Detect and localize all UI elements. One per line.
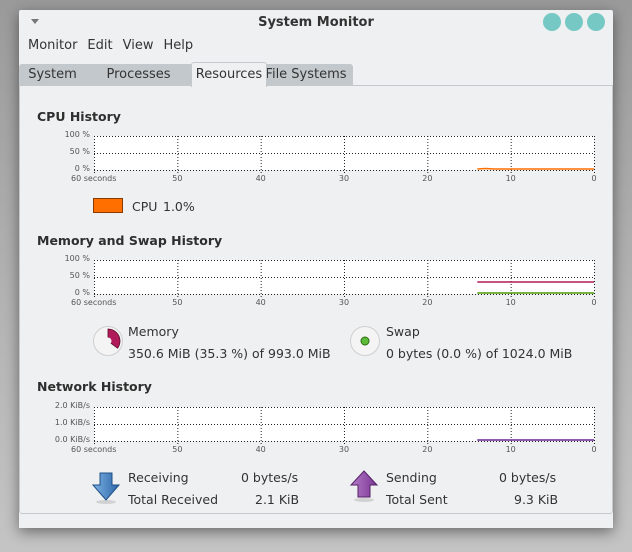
sending-arrow-icon[interactable] <box>348 469 380 503</box>
memory-y-tick-label: 0 % <box>74 288 90 297</box>
memory-pie-icon[interactable] <box>92 325 124 357</box>
menu-edit[interactable]: Edit <box>82 38 117 58</box>
sending-label: Sending <box>386 470 437 485</box>
total-sent-value: 9.3 KiB <box>514 492 559 507</box>
memory-y-tick-label: 50 % <box>69 271 90 280</box>
memory-value: 350.6 MiB (35.3 %) of 993.0 MiB <box>128 346 331 361</box>
window-title: System Monitor <box>258 15 374 30</box>
network-y-tick-label: 2.0 KiB/s <box>54 401 90 410</box>
memory-y-tick-label: 100 % <box>64 254 90 263</box>
network-history-title: Network History <box>37 379 152 394</box>
system-monitor-window: System Monitor Monitor Edit View Help Sy… <box>19 10 613 528</box>
network-y-tick-label: 1.0 KiB/s <box>54 418 90 427</box>
maximize-button[interactable] <box>565 13 583 31</box>
menu-bar: Monitor Edit View Help <box>19 38 198 58</box>
cpu-legend-label: CPU <box>132 199 158 214</box>
cpu-y-tick-label: 100 % <box>64 130 90 139</box>
receiving-label: Receiving <box>128 470 189 485</box>
network-y-tick-label: 0.0 KiB/s <box>54 435 90 444</box>
close-button[interactable] <box>587 13 605 31</box>
swap-label: Swap <box>386 324 420 339</box>
receiving-value: 0 bytes/s <box>241 470 299 485</box>
status-bar <box>19 513 613 528</box>
sending-value: 0 bytes/s <box>499 470 557 485</box>
cpu-y-tick-label: 50 % <box>69 147 90 156</box>
memory-swap-history-title: Memory and Swap History <box>37 233 223 248</box>
total-received-value: 2.1 KiB <box>255 492 300 507</box>
cpu-y-tick-label: 0 % <box>74 164 90 173</box>
receiving-arrow-icon[interactable] <box>90 471 122 505</box>
total-sent-label: Total Sent <box>386 492 448 507</box>
swap-value: 0 bytes (0.0 %) of 1024.0 MiB <box>386 346 573 361</box>
minimize-button[interactable] <box>543 13 561 31</box>
menu-monitor[interactable]: Monitor <box>23 38 82 58</box>
cpu-series-cpu <box>477 167 594 170</box>
tab-system[interactable]: System <box>19 64 86 86</box>
cpu-history-title: CPU History <box>37 109 121 124</box>
network-plot <box>94 407 595 444</box>
tab-bar: System Processes Resources File Systems <box>19 62 613 87</box>
cpu-legend-value: 1.0% <box>163 199 195 214</box>
memory-label: Memory <box>128 324 179 339</box>
menu-help[interactable]: Help <box>158 38 198 58</box>
swap-pie-icon[interactable] <box>349 325 381 357</box>
tab-resources[interactable]: Resources <box>191 62 267 87</box>
title-bar: System Monitor <box>19 10 613 36</box>
cpu-plot <box>94 136 595 173</box>
tab-processes[interactable]: Processes <box>86 64 191 86</box>
cpu-color-swatch[interactable] <box>93 198 123 213</box>
memory-plot <box>94 260 595 297</box>
menu-view[interactable]: View <box>118 38 159 58</box>
total-received-label: Total Received <box>128 492 219 507</box>
resources-panel: CPU History CPU 1.0% Memory and Swap His… <box>19 85 613 514</box>
